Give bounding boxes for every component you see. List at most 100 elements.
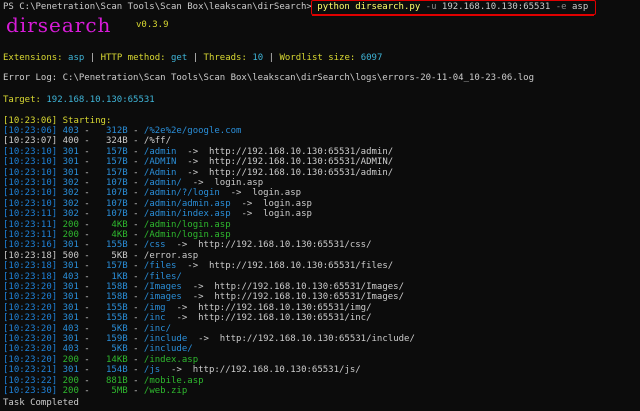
result-redirect: http://192.168.10.130:65531/admin/ — [208, 167, 394, 178]
starting-line: [10:23:06] Starting: — [3, 116, 112, 126]
result-status-code: 200 — [62, 219, 79, 230]
result-path: /Admin — [143, 167, 177, 178]
terminal-window[interactable]: PS C:\Penetration\Scan Tools\Scan Box\le… — [0, 0, 640, 411]
result-timestamp: [10:23:18] — [3, 250, 58, 261]
result-redirect: login.asp — [214, 178, 264, 188]
result-size: 4KB — [100, 219, 128, 230]
result-size: 159B — [100, 334, 128, 344]
result-status-code: 302 — [62, 188, 79, 199]
result-status-code: 301 — [62, 302, 79, 313]
result-timestamp: [10:23:10] — [3, 178, 58, 188]
result-timestamp: [10:23:22] — [3, 375, 58, 386]
result-status-code: 302 — [62, 198, 79, 209]
result-timestamp: [10:23:11] — [3, 209, 58, 220]
result-timestamp: [10:23:20] — [3, 302, 58, 313]
result-row: [10:23:30] 200 - 5MB - /web.zip — [3, 386, 188, 396]
result-path: /files — [143, 261, 177, 272]
dirsearch-logo: dirsearch — [6, 13, 112, 37]
result-row: [10:23:06] 403 - 312B - /%2e%2e/google.c… — [3, 126, 242, 136]
result-status-code: 301 — [62, 334, 79, 344]
result-size: 155B — [100, 240, 128, 251]
task-completed-line: Task Completed — [3, 398, 79, 408]
result-timestamp: [10:23:16] — [3, 240, 58, 251]
result-size: 107B — [100, 198, 128, 209]
result-row: [10:23:10] 301 - 157B - /admin -> http:/… — [3, 146, 394, 157]
result-path: /admin/admin.asp — [143, 198, 231, 209]
result-size: 1KB — [100, 271, 128, 282]
result-path: /web.zip — [143, 386, 188, 396]
result-path: /Images — [143, 282, 182, 292]
result-row: [10:23:11] 302 - 107B - /admin/index.asp… — [3, 209, 312, 220]
result-size: 5KB — [100, 323, 128, 334]
result-path: /%ff/ — [143, 136, 172, 147]
version-label: v0.3.9 — [136, 20, 169, 30]
result-status-code: 301 — [62, 292, 79, 303]
result-row: [10:23:20] 301 - 155B - /inc -> http://1… — [3, 313, 372, 324]
result-size: 5MB — [100, 386, 128, 396]
result-timestamp: [10:23:10] — [3, 198, 58, 209]
result-size: 157B — [100, 146, 128, 157]
result-size: 155B — [100, 313, 128, 324]
result-path: /ADMIN — [143, 157, 177, 168]
red-annotation-box — [311, 0, 596, 15]
result-timestamp: [10:23:20] — [3, 292, 58, 303]
result-row: [10:23:21] 301 - 154B - /js -> http://19… — [3, 365, 361, 376]
result-path: /%2e%2e/google.com — [143, 126, 242, 136]
result-status-code: 200 — [62, 354, 79, 365]
result-timestamp: [10:23:20] — [3, 354, 58, 365]
result-redirect: http://192.168.10.130:65531/files/ — [208, 261, 394, 272]
result-timestamp: [10:23:11] — [3, 219, 58, 230]
result-status-code: 301 — [62, 365, 79, 376]
result-timestamp: [10:23:10] — [3, 146, 58, 157]
result-row: [10:23:10] 302 - 107B - /admin/admin.asp… — [3, 198, 312, 209]
result-row: [10:23:10] 301 - 157B - /Admin -> http:/… — [3, 167, 394, 178]
result-redirect: http://192.168.10.130:65531/Images/ — [214, 282, 405, 292]
result-row: [10:23:11] 200 - 4KB - /admin/login.asp — [3, 219, 231, 230]
result-size: 107B — [100, 178, 128, 188]
result-path: /admin/login.asp — [143, 219, 231, 230]
result-row: [10:23:10] 302 - 107B - /admin/?/login -… — [3, 188, 302, 199]
result-size: 158B — [100, 292, 128, 303]
result-redirect: http://192.168.10.130:65531/img/ — [198, 302, 372, 313]
result-status-code: 500 — [62, 250, 79, 261]
red-underline — [312, 15, 594, 16]
config-line: Extensions: asp | HTTP method: get | Thr… — [3, 53, 383, 63]
result-timestamp: [10:23:20] — [3, 282, 58, 292]
result-redirect: http://192.168.10.130:65531/admin/ — [208, 146, 394, 157]
result-path: /admin — [143, 146, 177, 157]
result-size: 881B — [100, 375, 128, 386]
result-size: 107B — [100, 209, 128, 220]
result-path: /inc/ — [143, 323, 172, 334]
result-redirect: login.asp — [263, 198, 312, 209]
result-status-code: 301 — [62, 313, 79, 324]
result-timestamp: [10:23:20] — [3, 313, 58, 324]
result-path: /index.asp — [143, 354, 199, 365]
result-timestamp: [10:23:20] — [3, 344, 58, 355]
prompt-path: PS C:\Penetration\Scan Tools\Scan Box\le… — [3, 2, 312, 12]
result-row: [10:23:10] 302 - 107B - /admin/ -> login… — [3, 178, 264, 188]
result-redirect: http://192.168.10.130:65531/include/ — [219, 334, 415, 344]
result-row: [10:23:20] 403 - 5KB - /include/ — [3, 344, 193, 355]
result-path: /js — [143, 365, 161, 376]
result-redirect: login.asp — [263, 209, 312, 220]
result-path: /files/ — [143, 271, 182, 282]
result-timestamp: [10:23:30] — [3, 386, 58, 396]
result-status-code: 200 — [62, 386, 79, 396]
result-size: 5KB — [100, 344, 128, 355]
result-row: [10:23:20] 301 - 158B - /images -> http:… — [3, 292, 405, 303]
result-size: 157B — [100, 261, 128, 272]
result-path: /error.asp — [143, 250, 199, 261]
target-line: Target: 192.168.10.130:65531 — [3, 95, 155, 105]
result-timestamp: [10:23:06] — [3, 126, 58, 136]
result-path: /Admin/login.asp — [143, 230, 231, 240]
result-timestamp: [10:23:07] — [3, 136, 58, 147]
result-status-code: 403 — [62, 271, 79, 282]
result-row: [10:23:20] 200 - 14KB - /index.asp — [3, 354, 199, 365]
result-size: 4KB — [100, 230, 128, 240]
result-row: [10:23:07] 400 - 324B - /%ff/ — [3, 136, 172, 147]
result-status-code: 403 — [62, 126, 79, 136]
result-size: 324B — [100, 136, 128, 147]
result-status-code: 302 — [62, 178, 79, 188]
result-timestamp: [10:23:11] — [3, 230, 58, 240]
result-size: 5KB — [100, 250, 128, 261]
